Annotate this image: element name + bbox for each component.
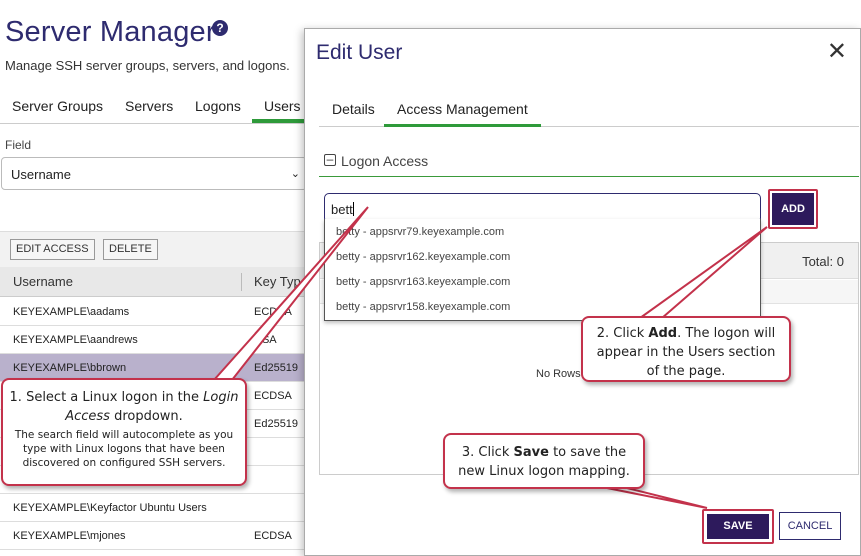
field-label: Field — [5, 138, 32, 152]
page-title: Server Manager — [5, 16, 216, 48]
section-label: Logon Access — [341, 153, 429, 169]
save-button[interactable]: SAVE — [707, 514, 769, 539]
cancel-button[interactable]: CANCEL — [779, 512, 841, 540]
row-key-type: ECDSA — [254, 306, 292, 318]
chevron-down-icon: ⌄ — [290, 168, 300, 180]
logon-suggestions-dropdown: betty - appsrvr79.keyexample.com betty -… — [324, 219, 761, 321]
tab-access-management[interactable]: Access Management — [384, 101, 541, 127]
add-button-highlight: ADD — [768, 189, 818, 229]
modal-title: Edit User — [316, 41, 403, 64]
logon-input-value: bett — [331, 202, 353, 217]
row-key-type: ECDSA — [254, 530, 292, 542]
field-select[interactable]: Username ⌄ — [1, 157, 307, 190]
grid-toolbar: EDIT ACCESS DELETE — [0, 231, 310, 267]
save-button-highlight: SAVE — [702, 509, 774, 544]
help-icon[interactable]: ? — [212, 20, 228, 36]
column-divider — [241, 273, 242, 291]
tab-server-groups[interactable]: Server Groups — [12, 96, 103, 123]
grid-header: Username Key Typ — [0, 267, 310, 297]
total-count: Total: 0 — [802, 254, 844, 269]
modal-tabs: Details Access Management — [319, 99, 859, 127]
row-username: KEYEXAMPLE\aandrews — [13, 334, 138, 346]
callout-step-2: 2. Click Add. The logon will appear in t… — [581, 316, 791, 382]
callout-step-1-title: 1. Select a Linux logon in the Login Acc… — [9, 390, 239, 424]
callout-step-1-note: The search field will autocomplete as yo… — [14, 429, 234, 469]
tab-details[interactable]: Details — [332, 101, 375, 127]
column-key-type[interactable]: Key Typ — [254, 274, 301, 289]
field-select-value: Username — [11, 167, 71, 182]
tab-servers[interactable]: Servers — [125, 96, 173, 123]
table-row[interactable]: KEYEXAMPLE\aandrews RSA — [0, 326, 310, 354]
table-row[interactable]: KEYEXAMPLE\Keyfactor Ubuntu Users — [0, 494, 310, 522]
suggestion-item[interactable]: betty - appsrvr158.keyexample.com — [336, 301, 510, 313]
column-username[interactable]: Username — [13, 274, 73, 289]
collapse-icon[interactable]: – — [324, 153, 336, 166]
page: Server Manager ? Manage SSH server group… — [0, 0, 861, 556]
text-caret — [352, 202, 354, 216]
table-row[interactable]: KEYEXAMPLE\aadams ECDSA — [0, 298, 310, 326]
edit-access-button[interactable]: EDIT ACCESS — [10, 239, 95, 260]
page-subtitle: Manage SSH server groups, servers, and l… — [5, 58, 290, 73]
table-row[interactable]: KEYEXAMPLE\mjones ECDSA — [0, 522, 310, 550]
logon-access-section[interactable]: – Logon Access — [319, 153, 859, 177]
callout-step-1: 1. Select a Linux logon in the Login Acc… — [1, 378, 247, 486]
callout-step-3-text: 3. Click Save to save the new Linux logo… — [458, 445, 630, 479]
suggestion-item[interactable]: betty - appsrvr79.keyexample.com — [336, 226, 504, 238]
row-username: KEYEXAMPLE\bbrown — [13, 362, 127, 374]
no-rows-message: No Rows — [536, 368, 581, 380]
row-key-type: ECDSA — [254, 390, 292, 402]
row-key-type: Ed25519 — [254, 362, 299, 374]
add-button[interactable]: ADD — [772, 193, 814, 225]
callout-step-2-text: 2. Click Add. The logon will appear in t… — [596, 326, 776, 379]
main-tabs: Server Groups Servers Logons Users — [0, 96, 312, 124]
row-key-type: RSA — [254, 334, 277, 346]
row-username: KEYEXAMPLE\aadams — [13, 306, 130, 318]
row-key-type: Ed25519 — [254, 418, 299, 430]
tab-users[interactable]: Users — [252, 96, 312, 123]
row-username: KEYEXAMPLE\Keyfactor Ubuntu Users — [13, 502, 207, 514]
suggestion-item[interactable]: betty - appsrvr163.keyexample.com — [336, 276, 510, 288]
callout-step-3: 3. Click Save to save the new Linux logo… — [443, 433, 645, 489]
tab-logons[interactable]: Logons — [195, 96, 241, 123]
close-icon[interactable]: ✕ — [827, 37, 847, 66]
suggestion-item[interactable]: betty - appsrvr162.keyexample.com — [336, 251, 510, 263]
delete-button[interactable]: DELETE — [103, 239, 158, 260]
row-username: KEYEXAMPLE\mjones — [13, 530, 126, 542]
